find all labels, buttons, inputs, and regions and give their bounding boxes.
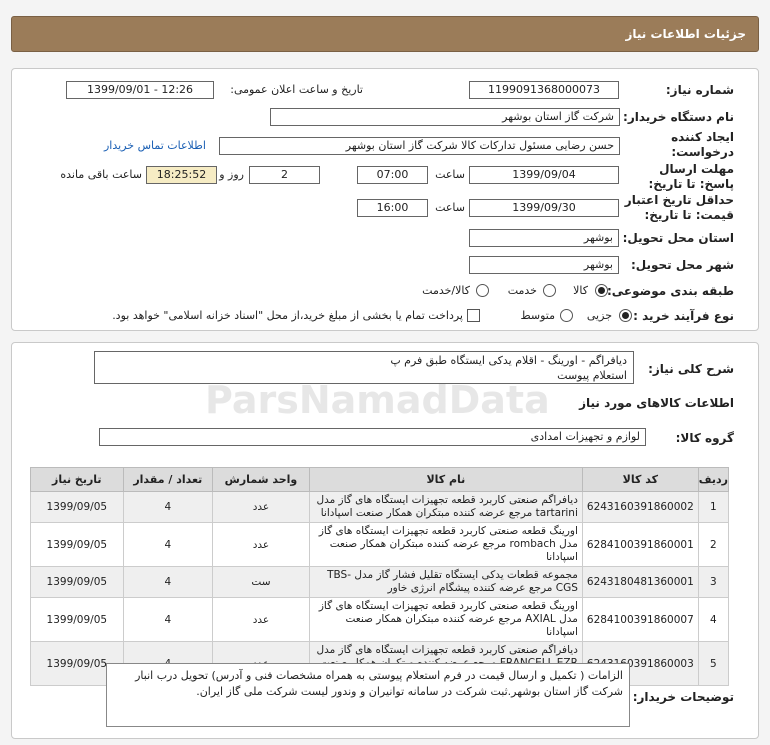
need-number-label: شماره نیاز: [665, 83, 734, 97]
row-index: 1 [697, 491, 730, 523]
purchase-radio-minor[interactable] [619, 309, 632, 322]
city-label: شهر محل تحویل: [630, 258, 734, 272]
row-date: 1399/09/05 [30, 491, 124, 523]
category-radio-service[interactable] [543, 284, 556, 297]
purchase-type-label: نوع فرآیند خرید : [633, 309, 734, 323]
row-date: 1399/09/05 [30, 566, 124, 598]
row-code: 6243160391860002 [581, 491, 699, 523]
table-row[interactable]: 4 6284100391860007 اورینگ قطعه صنعتی کار… [30, 597, 730, 642]
col-qty-header: تعداد / مقدار [122, 467, 214, 492]
creator-field[interactable]: حسن رضایی مسئول تدارکات کالا شرکت گاز اس… [219, 137, 620, 155]
remaining-label: ساعت باقی مانده [60, 168, 142, 181]
summary-box[interactable]: دیافراگم - اورینگ - اقلام یدکی ایستگاه ط… [94, 351, 634, 384]
creator-label: ایجاد کننده درخواست: [671, 130, 734, 159]
province-label: استان محل تحویل: [622, 231, 734, 245]
need-number-field[interactable]: 1199091368000073 [469, 81, 619, 99]
summary-label: شرح کلی نیاز: [648, 362, 734, 376]
buyer-notes-box: الزامات ( تکمیل و ارسال قیمت در فرم استع… [106, 663, 630, 727]
col-unit-header: واحد شمارش [212, 467, 310, 492]
row-index: 4 [697, 597, 730, 642]
col-date-header: تاریخ نیاز [30, 467, 124, 492]
row-date: 1399/09/05 [30, 597, 124, 642]
treasury-payment-note: پرداخت تمام یا بخشی از مبلغ خرید،از محل … [112, 309, 463, 322]
province-field[interactable]: بوشهر [469, 229, 619, 247]
row-qty: 4 [122, 522, 214, 567]
purchase-radio-medium[interactable] [560, 309, 573, 322]
send-deadline-label: مهلت ارسال پاسخ: تا تاریخ: [648, 162, 735, 191]
col-row-header: ردیف [697, 467, 730, 492]
row-code: 6284100391860001 [581, 522, 699, 567]
category-option-goods: کالا [573, 284, 588, 297]
goods-group-field[interactable]: لوازم و تجهیزات امدادی [99, 428, 646, 446]
goods-section-title: اطلاعات کالاهای مورد نیاز [579, 396, 734, 410]
send-time-field[interactable]: 07:00 [357, 166, 428, 184]
days-label: روز و [219, 168, 244, 181]
buyer-org-field[interactable]: شرکت گاز استان بوشهر [270, 108, 620, 126]
validity-label: حداقل تاریخ اعتبار قیمت: تا تاریخ: [624, 193, 734, 222]
row-name: دیافراگم صنعتی کاربرد قطعه تجهیزات ایستگ… [308, 491, 583, 523]
row-name: اورینگ قطعه صنعتی کاربرد قطعه تجهیزات ای… [308, 522, 583, 567]
row-code: 6243180481360001 [581, 566, 699, 598]
row-qty: 4 [122, 566, 214, 598]
contact-buyer-link[interactable]: اطلاعات تماس خریدار [104, 139, 206, 152]
category-radio-goods[interactable] [595, 284, 608, 297]
row-index: 3 [697, 566, 730, 598]
row-name: مجموعه قطعات یدکی ایستگاه تقلیل فشار گاز… [308, 566, 583, 598]
buyer-notes-label: توضیحات خریدار: [632, 690, 734, 704]
table-row[interactable]: 1 6243160391860002 دیافراگم صنعتی کاربرد… [30, 491, 730, 523]
col-code-header: کد کالا [581, 467, 699, 492]
row-qty: 4 [122, 491, 214, 523]
row-index: 5 [697, 641, 730, 686]
send-time-label: ساعت [435, 168, 465, 181]
announce-label: تاریخ و ساعت اعلان عمومی: [230, 83, 363, 96]
row-index: 2 [697, 522, 730, 567]
row-qty: 4 [122, 597, 214, 642]
goods-table-header: ردیف کد کالا نام کالا واحد شمارش تعداد /… [30, 467, 730, 492]
row-unit: ست [212, 566, 310, 598]
announce-field[interactable]: 1399/09/01 - 12:26 [66, 81, 214, 99]
category-option-goods-service: کالا/خدمت [422, 284, 470, 297]
table-row[interactable]: 2 6284100391860001 اورینگ قطعه صنعتی کار… [30, 522, 730, 567]
page-header: جزئیات اطلاعات نیاز [11, 16, 759, 52]
goods-table: ردیف کد کالا نام کالا واحد شمارش تعداد /… [30, 467, 730, 686]
goods-group-label: گروه کالا: [675, 431, 734, 445]
category-label: طبقه بندی موضوعی: [606, 284, 734, 298]
remaining-time-field: 18:25:52 [146, 166, 217, 184]
validity-time-field[interactable]: 16:00 [357, 199, 428, 217]
city-field[interactable]: بوشهر [469, 256, 619, 274]
validity-time-label: ساعت [435, 201, 465, 214]
row-unit: عدد [212, 491, 310, 523]
send-date-field[interactable]: 1399/09/04 [469, 166, 619, 184]
buyer-org-label: نام دستگاه خریدار: [623, 110, 734, 124]
row-code: 6284100391860007 [581, 597, 699, 642]
page-title: جزئیات اطلاعات نیاز [625, 27, 746, 41]
validity-date-field[interactable]: 1399/09/30 [469, 199, 619, 217]
row-date: 1399/09/05 [30, 522, 124, 567]
row-name: اورینگ قطعه صنعتی کاربرد قطعه تجهیزات ای… [308, 597, 583, 642]
purchase-option-minor: جزیی [586, 309, 612, 322]
table-row[interactable]: 3 6243180481360001 مجموعه قطعات یدکی ایس… [30, 566, 730, 598]
treasury-payment-checkbox[interactable] [467, 309, 480, 322]
summary-line-1: دیافراگم - اورینگ - اقلام یدکی ایستگاه ط… [390, 354, 627, 367]
category-option-service: خدمت [507, 284, 537, 297]
purchase-option-medium: متوسط [520, 309, 555, 322]
days-field[interactable]: 2 [249, 166, 320, 184]
summary-line-2: استعلام پیوست [557, 369, 627, 382]
row-unit: عدد [212, 522, 310, 567]
col-name-header: نام کالا [308, 467, 583, 492]
category-radio-goods-service[interactable] [476, 284, 489, 297]
row-unit: عدد [212, 597, 310, 642]
